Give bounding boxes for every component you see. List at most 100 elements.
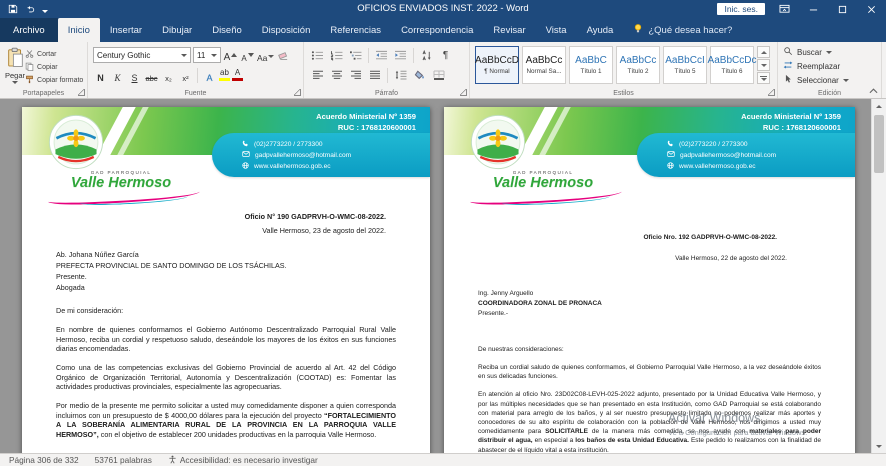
down-arrow-icon <box>876 445 882 448</box>
justify-button[interactable] <box>366 67 383 84</box>
font-dialog-launcher[interactable] <box>294 89 301 96</box>
bold-button[interactable]: N <box>93 67 108 84</box>
tab-diseno[interactable]: Diseño <box>202 18 252 42</box>
style-card-titulo-2[interactable]: AaBbCcTítulo 2 <box>616 46 660 84</box>
qat-customize-caret-icon[interactable] <box>42 0 48 18</box>
align-right-button[interactable] <box>347 67 364 84</box>
paragraph-1: Reciba un cordial saludo de quienes conf… <box>478 363 821 381</box>
style-card-no-spacing[interactable]: AaBbCcNormal Sa... <box>522 46 566 84</box>
scroll-down-button[interactable] <box>872 439 886 453</box>
highlight-button[interactable]: ab <box>219 69 230 81</box>
find-caret-icon <box>826 51 832 54</box>
shrink-font-button[interactable]: A <box>240 47 255 64</box>
replace-icon <box>783 60 793 72</box>
style-preview: AaBbC <box>575 56 607 66</box>
undo-icon[interactable] <box>25 4 35 14</box>
copy-icon <box>25 62 34 73</box>
scroll-thumb[interactable] <box>874 115 884 173</box>
letterhead-email: gadpvallehermoso@hotmail.com <box>680 152 776 159</box>
tab-archivo[interactable]: Archivo <box>0 18 58 42</box>
tab-dibujar[interactable]: Dibujar <box>152 18 202 42</box>
tab-referencias[interactable]: Referencias <box>320 18 391 42</box>
document-page-2[interactable]: Acuerdo Ministerial Nº 1359 RUC : 176812… <box>444 107 855 453</box>
font-size-select[interactable]: 11 <box>193 47 221 63</box>
save-icon[interactable] <box>8 4 18 14</box>
letterhead-website: www.vallehermoso.gob.ec <box>679 163 756 170</box>
paste-label: Pegar <box>5 71 25 80</box>
document-page-1[interactable]: Acuerdo Ministerial Nº 1359 RUC : 176812… <box>22 107 430 453</box>
collapse-ribbon-button[interactable] <box>866 86 880 96</box>
vertical-scrollbar[interactable] <box>871 99 886 453</box>
superscript-button[interactable]: x² <box>178 67 193 84</box>
tab-inicio[interactable]: Inicio <box>58 18 100 42</box>
align-left-button[interactable] <box>309 67 326 84</box>
style-card-titulo-5[interactable]: AaBbCcITítulo 5 <box>663 46 707 84</box>
tab-insertar[interactable]: Insertar <box>100 18 152 42</box>
paste-caret-icon <box>12 81 18 84</box>
copy-button[interactable]: Copiar <box>25 62 83 73</box>
style-card-titulo-6[interactable]: AaBbCcDcTítulo 6 <box>710 46 754 84</box>
underline-button[interactable]: S <box>127 67 142 84</box>
subscript-button[interactable]: x₂ <box>161 67 176 84</box>
maximize-button[interactable] <box>832 1 852 17</box>
highlight-color-bar <box>219 78 230 81</box>
tab-ayuda[interactable]: Ayuda <box>577 18 624 42</box>
change-case-button[interactable]: Aa <box>257 47 274 64</box>
multilevel-list-button[interactable] <box>347 47 364 64</box>
paragraph-1: En nombre de quienes conformamos el Gobi… <box>56 325 396 354</box>
word-count-status[interactable]: 53761 palabras <box>95 455 152 465</box>
italic-button[interactable]: K <box>110 67 125 84</box>
replace-button[interactable]: Reemplazar <box>783 60 876 72</box>
cut-button[interactable]: Cortar <box>25 49 83 60</box>
paragraph-dialog-launcher[interactable] <box>460 89 467 96</box>
style-name: Título 2 <box>628 68 649 75</box>
tab-disposicion[interactable]: Disposición <box>252 18 321 42</box>
letterhead-phone: (02)2773220 / 2773300 <box>679 141 748 148</box>
minimize-button[interactable] <box>803 1 823 17</box>
clipboard-dialog-launcher[interactable] <box>78 89 85 96</box>
font-color-button[interactable]: A <box>232 69 243 81</box>
paste-button[interactable]: Pegar <box>5 45 25 87</box>
more-bar-icon <box>760 76 767 77</box>
show-formatting-marks-button[interactable]: ¶ <box>437 47 454 64</box>
grow-font-button[interactable]: A <box>223 47 238 64</box>
shading-button[interactable] <box>411 67 428 84</box>
numbering-button[interactable] <box>328 47 345 64</box>
style-card-titulo-1[interactable]: AaBbCTítulo 1 <box>569 46 613 84</box>
font-name-select[interactable]: Century Gothic <box>93 47 191 63</box>
borders-button[interactable] <box>430 67 447 84</box>
clear-formatting-button[interactable] <box>276 47 291 64</box>
sort-button[interactable] <box>418 47 435 64</box>
align-center-button[interactable] <box>328 67 345 84</box>
format-painter-button[interactable]: Copiar formato <box>25 75 83 86</box>
accessibility-status[interactable]: Accesibilidad: es necesario investigar <box>168 455 318 466</box>
tab-correspondencia[interactable]: Correspondencia <box>391 18 483 42</box>
tab-vista[interactable]: Vista <box>536 18 577 42</box>
tab-revisar[interactable]: Revisar <box>483 18 535 42</box>
ruc-number: RUC : 1768120600001 <box>741 122 841 133</box>
cut-label: Cortar <box>37 51 56 58</box>
find-button[interactable]: Buscar <box>783 46 876 58</box>
select-button[interactable]: Seleccionar <box>783 74 876 86</box>
style-gallery-up-button[interactable] <box>757 46 770 58</box>
strikethrough-button[interactable]: abc <box>144 67 159 84</box>
style-name: Normal Sa... <box>527 68 562 75</box>
tell-me-search[interactable]: ¿Qué desea hacer? <box>623 18 742 42</box>
sign-in-button[interactable]: Inic. ses. <box>717 3 765 15</box>
find-label: Buscar <box>797 48 822 57</box>
increase-indent-button[interactable] <box>392 47 409 64</box>
close-button[interactable] <box>861 1 881 17</box>
decrease-indent-button[interactable] <box>373 47 390 64</box>
style-gallery-down-button[interactable] <box>757 59 770 71</box>
scroll-up-button[interactable] <box>872 99 886 113</box>
ribbon-display-options-icon[interactable] <box>774 1 794 17</box>
style-gallery-more-button[interactable] <box>757 72 770 84</box>
page-number-status[interactable]: Página 306 de 332 <box>9 455 79 465</box>
text-effects-button[interactable]: A <box>202 67 217 84</box>
shrink-font-letter: A <box>241 54 246 63</box>
line-spacing-button[interactable] <box>392 67 409 84</box>
change-case-letters: Aa <box>257 53 267 63</box>
style-card-normal[interactable]: AaBbCcD¶ Normal <box>475 46 519 84</box>
styles-dialog-launcher[interactable] <box>768 89 775 96</box>
bullets-button[interactable] <box>309 47 326 64</box>
